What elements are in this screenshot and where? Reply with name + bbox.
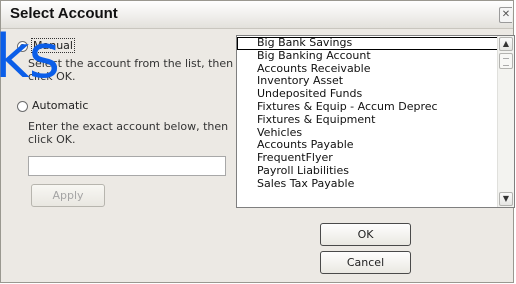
account-list-item[interactable]: Fixtures & Equipment bbox=[237, 114, 499, 127]
automatic-radio[interactable] bbox=[17, 101, 28, 112]
account-list-item[interactable]: Sales Tax Payable bbox=[237, 178, 499, 191]
account-list-item[interactable]: Undeposited Funds bbox=[237, 88, 499, 101]
account-list-item[interactable]: FrequentFlyer bbox=[237, 152, 499, 165]
account-input[interactable] bbox=[28, 156, 226, 176]
account-list-item[interactable]: Big Bank Savings bbox=[237, 37, 499, 50]
account-list-item[interactable]: Payroll Liabilities bbox=[237, 165, 499, 178]
account-list-item[interactable]: Accounts Payable bbox=[237, 139, 499, 152]
select-account-dialog: Select Account ✕ Manual Select the accou… bbox=[0, 0, 515, 283]
list-scrollbar[interactable]: ▲ ▼ bbox=[497, 36, 514, 207]
automatic-description-line2: click OK. bbox=[28, 133, 76, 146]
automatic-description-line1: Enter the exact account below, then bbox=[28, 120, 229, 133]
account-list-item[interactable]: Big Banking Account bbox=[237, 50, 499, 63]
scroll-down-icon[interactable]: ▼ bbox=[499, 192, 513, 206]
ok-button[interactable]: OK bbox=[320, 223, 411, 246]
scroll-up-icon[interactable]: ▲ bbox=[499, 37, 513, 51]
account-listbox[interactable]: Big Bank Savings Big Banking Account Acc… bbox=[236, 35, 515, 208]
close-icon[interactable]: ✕ bbox=[499, 7, 512, 23]
dialog-title: Select Account bbox=[10, 5, 118, 22]
account-list-item[interactable]: Inventory Asset bbox=[237, 75, 499, 88]
account-list-items: Big Bank Savings Big Banking Account Acc… bbox=[237, 37, 499, 191]
watermark-overlay: ks bbox=[0, 22, 60, 92]
account-list-item[interactable]: Accounts Receivable bbox=[237, 63, 499, 76]
account-list-item[interactable]: Fixtures & Equip - Accum Deprec bbox=[237, 101, 499, 114]
scroll-thumb[interactable] bbox=[499, 53, 513, 69]
apply-button[interactable]: Apply bbox=[31, 184, 105, 207]
account-list-item[interactable]: Vehicles bbox=[237, 127, 499, 140]
cancel-button[interactable]: Cancel bbox=[320, 251, 411, 274]
title-bar: Select Account ✕ bbox=[1, 1, 513, 29]
automatic-radio-label[interactable]: Automatic bbox=[32, 99, 88, 112]
